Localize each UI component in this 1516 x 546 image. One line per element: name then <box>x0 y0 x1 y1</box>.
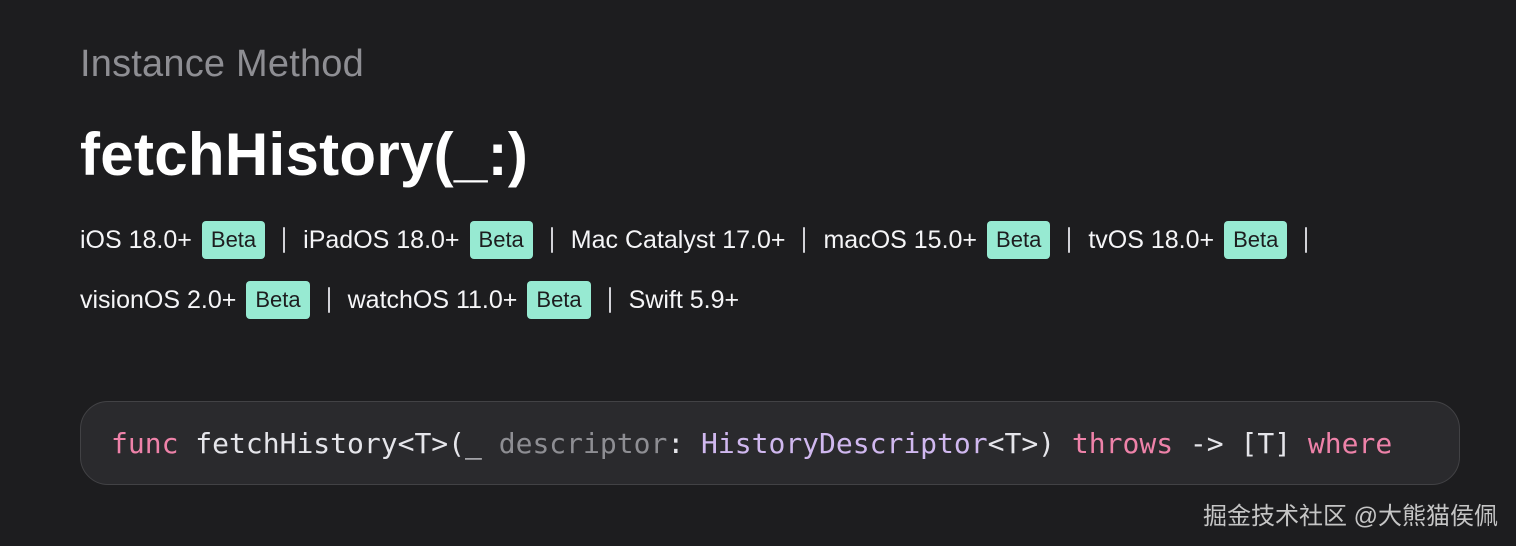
platform-name: tvOS 18.0+ <box>1088 226 1215 254</box>
separator <box>1305 227 1308 253</box>
platform-mac-catalyst: Mac Catalyst 17.0+ <box>571 225 786 255</box>
availability-row-2: visionOS 2.0+ Beta watchOS 11.0+ Beta Sw… <box>80 276 1460 324</box>
documentation-page: Instance Method fetchHistory(_:) iOS 18.… <box>80 0 1516 546</box>
platform-ios: iOS 18.0+ Beta <box>80 221 266 259</box>
code-keyword-where: where <box>1307 427 1393 460</box>
separator <box>1068 227 1071 253</box>
separator <box>327 287 330 313</box>
symbol-kind-label: Instance Method <box>80 43 364 85</box>
platform-name: Mac Catalyst 17.0+ <box>570 226 786 254</box>
page-title: fetchHistory(_:) <box>80 121 529 188</box>
beta-badge: Beta <box>469 221 533 259</box>
beta-badge: Beta <box>527 281 591 319</box>
separator <box>608 287 611 313</box>
platform-name: macOS 15.0+ <box>823 226 978 254</box>
code-generic-close: <T>) <box>987 427 1072 460</box>
code-function-name: fetchHistory<T>(_ <box>178 427 499 460</box>
platform-watchos: watchOS 11.0+ Beta <box>348 281 591 319</box>
code-keyword-throws: throws <box>1071 427 1174 460</box>
code-parameter-name: descriptor <box>498 427 668 460</box>
declaration-code: func fetchHistory<T>(_ descriptor: Histo… <box>111 424 1392 464</box>
separator <box>283 227 286 253</box>
beta-badge: Beta <box>201 221 266 259</box>
platform-swift: Swift 5.9+ <box>629 285 739 315</box>
availability-list: iOS 18.0+ Beta iPadOS 18.0+ Beta Mac Cat… <box>80 216 1460 336</box>
beta-badge: Beta <box>1224 221 1288 259</box>
code-keyword-func: func <box>111 427 179 460</box>
code-return-type: -> [T] <box>1173 427 1308 460</box>
separator <box>550 227 553 253</box>
platform-name: iPadOS 18.0+ <box>303 226 460 254</box>
platform-tvos: tvOS 18.0+ Beta <box>1088 221 1288 259</box>
platform-ipados: iPadOS 18.0+ Beta <box>303 221 533 259</box>
beta-badge: Beta <box>987 221 1051 259</box>
separator <box>803 227 806 253</box>
declaration-code-block[interactable]: func fetchHistory<T>(_ descriptor: Histo… <box>80 401 1460 485</box>
beta-badge: Beta <box>246 281 310 319</box>
platform-name: watchOS 11.0+ <box>347 286 518 314</box>
platform-macos: macOS 15.0+ Beta <box>823 221 1051 259</box>
availability-row-1: iOS 18.0+ Beta iPadOS 18.0+ Beta Mac Cat… <box>80 216 1460 264</box>
platform-name: visionOS 2.0+ <box>80 286 237 314</box>
platform-name: iOS 18.0+ <box>80 226 192 254</box>
platform-name: Swift 5.9+ <box>628 286 740 314</box>
platform-visionos: visionOS 2.0+ Beta <box>80 281 310 319</box>
code-type-link[interactable]: HistoryDescriptor <box>701 427 988 460</box>
watermark: 掘金技术社区 @大熊猫侯佩 <box>1202 503 1498 530</box>
code-punctuation[interactable]: : <box>667 427 701 460</box>
